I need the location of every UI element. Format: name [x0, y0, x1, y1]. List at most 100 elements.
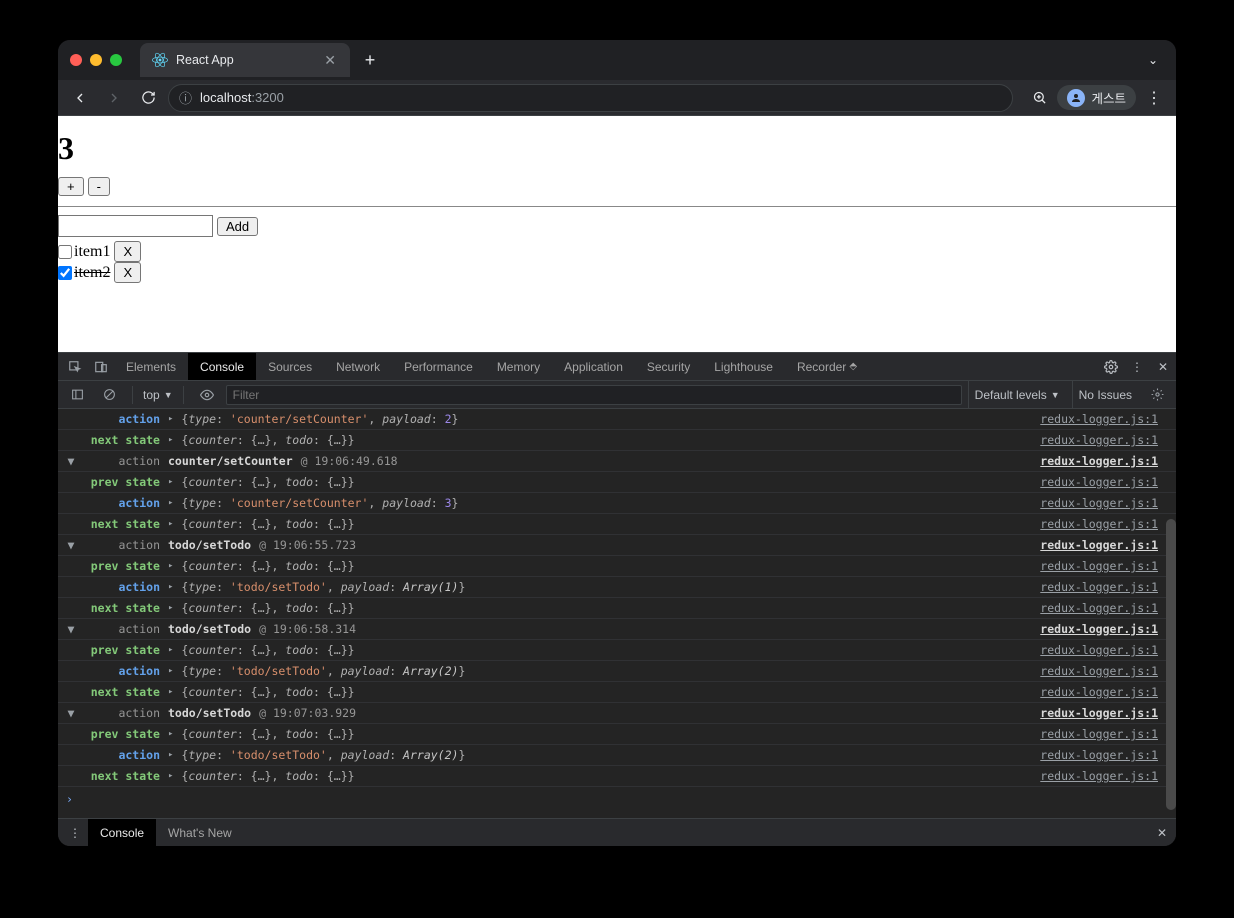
console-log-line[interactable]: action▸{type: 'counter/setCounter', payl… [58, 409, 1176, 430]
console-log-line[interactable]: prev state▸{counter: {…}, todo: {…}}redu… [58, 640, 1176, 661]
console-log-line[interactable]: next state▸{counter: {…}, todo: {…}}redu… [58, 430, 1176, 451]
console-log-line[interactable]: action▸{type: 'todo/setTodo', payload: A… [58, 577, 1176, 598]
reload-button[interactable] [134, 84, 162, 112]
forward-button[interactable] [100, 84, 128, 112]
minimize-window-icon[interactable] [90, 54, 102, 66]
console-log-line[interactable]: next state▸{counter: {…}, todo: {…}}redu… [58, 682, 1176, 703]
expand-icon[interactable] [64, 472, 78, 492]
source-link[interactable]: redux-logger.js:1 [1040, 556, 1172, 576]
expand-icon[interactable] [64, 514, 78, 534]
expand-icon[interactable] [64, 598, 78, 618]
todo-checkbox[interactable] [58, 266, 72, 280]
log-levels-selector[interactable]: Default levels ▼ [968, 381, 1066, 408]
source-link[interactable]: redux-logger.js:1 [1040, 493, 1172, 513]
console-settings-icon[interactable] [1144, 388, 1170, 401]
expand-arrow-icon[interactable]: ▸ [168, 682, 173, 702]
todo-input[interactable] [58, 215, 213, 237]
close-window-icon[interactable] [70, 54, 82, 66]
console-log-line[interactable]: next state▸{counter: {…}, todo: {…}}redu… [58, 766, 1176, 787]
console-log-line[interactable]: ▼actiontodo/setTodo@ 19:06:55.723redux-l… [58, 535, 1176, 556]
expand-arrow-icon[interactable]: ▸ [168, 556, 173, 576]
console-log-line[interactable]: ▼actioncounter/setCounter@ 19:06:49.618r… [58, 451, 1176, 472]
zoom-icon[interactable] [1025, 84, 1053, 112]
maximize-window-icon[interactable] [110, 54, 122, 66]
back-button[interactable] [66, 84, 94, 112]
devtools-settings-icon[interactable] [1098, 353, 1124, 380]
expand-icon[interactable] [64, 766, 78, 786]
expand-icon[interactable] [64, 661, 78, 681]
tab-react-app[interactable]: React App ✕ [140, 43, 350, 77]
source-link[interactable]: redux-logger.js:1 [1040, 409, 1172, 429]
address-bar[interactable]: ⓘ localhost:3200 [168, 84, 1013, 112]
site-info-icon[interactable]: ⓘ [179, 88, 192, 107]
expand-arrow-icon[interactable]: ▸ [168, 409, 173, 429]
clear-console-icon[interactable] [96, 388, 122, 401]
source-link[interactable]: redux-logger.js:1 [1040, 724, 1172, 744]
source-link[interactable]: redux-logger.js:1 [1040, 514, 1172, 534]
source-link[interactable]: redux-logger.js:1 [1040, 451, 1172, 471]
expand-icon[interactable] [64, 724, 78, 744]
console-log-line[interactable]: next state▸{counter: {…}, todo: {…}}redu… [58, 514, 1176, 535]
remove-todo-button[interactable]: X [114, 262, 141, 283]
todo-checkbox[interactable] [58, 245, 72, 259]
expand-icon[interactable] [64, 430, 78, 450]
expand-icon[interactable] [64, 682, 78, 702]
source-link[interactable]: redux-logger.js:1 [1040, 745, 1172, 765]
console-filter-input[interactable] [226, 385, 962, 405]
expand-arrow-icon[interactable]: ▸ [168, 430, 173, 450]
devtools-tab-console[interactable]: Console [188, 353, 256, 380]
devtools-tab-lighthouse[interactable]: Lighthouse [702, 353, 785, 380]
expand-icon[interactable] [64, 556, 78, 576]
collapse-icon[interactable]: ▼ [64, 451, 78, 471]
tabs-menu-button[interactable]: ⌄ [1138, 53, 1168, 67]
collapse-icon[interactable]: ▼ [64, 619, 78, 639]
devtools-tab-network[interactable]: Network [324, 353, 392, 380]
profile-button[interactable]: 게스트 [1057, 85, 1136, 110]
console-log-line[interactable]: prev state▸{counter: {…}, todo: {…}}redu… [58, 724, 1176, 745]
devtools-tab-application[interactable]: Application [552, 353, 635, 380]
live-expression-icon[interactable] [194, 388, 220, 402]
drawer-tab-console[interactable]: Console [88, 819, 156, 846]
console-log-line[interactable]: action▸{type: 'counter/setCounter', payl… [58, 493, 1176, 514]
devtools-tab-sources[interactable]: Sources [256, 353, 324, 380]
expand-icon[interactable] [64, 745, 78, 765]
expand-icon[interactable] [64, 493, 78, 513]
devtools-more-icon[interactable]: ⋮ [1124, 353, 1150, 380]
increment-button[interactable]: + [58, 177, 84, 196]
expand-arrow-icon[interactable]: ▸ [168, 472, 173, 492]
inspect-element-icon[interactable] [62, 353, 88, 380]
console-log-line[interactable]: ▼actiontodo/setTodo@ 19:06:58.314redux-l… [58, 619, 1176, 640]
decrement-button[interactable]: - [88, 177, 110, 196]
device-toolbar-icon[interactable] [88, 353, 114, 380]
remove-todo-button[interactable]: X [114, 241, 141, 262]
console-log-line[interactable]: action▸{type: 'todo/setTodo', payload: A… [58, 745, 1176, 766]
expand-arrow-icon[interactable]: ▸ [168, 745, 173, 765]
expand-icon[interactable] [64, 577, 78, 597]
drawer-close-icon[interactable]: ✕ [1148, 819, 1176, 846]
close-tab-icon[interactable]: ✕ [322, 52, 338, 69]
context-selector[interactable]: top ▼ [143, 388, 173, 402]
expand-arrow-icon[interactable]: ▸ [168, 640, 173, 660]
source-link[interactable]: redux-logger.js:1 [1040, 430, 1172, 450]
expand-arrow-icon[interactable]: ▸ [168, 661, 173, 681]
expand-arrow-icon[interactable]: ▸ [168, 724, 173, 744]
expand-icon[interactable] [64, 409, 78, 429]
source-link[interactable]: redux-logger.js:1 [1040, 598, 1172, 618]
source-link[interactable]: redux-logger.js:1 [1040, 577, 1172, 597]
devtools-tab-elements[interactable]: Elements [114, 353, 188, 380]
source-link[interactable]: redux-logger.js:1 [1040, 661, 1172, 681]
devtools-tab-memory[interactable]: Memory [485, 353, 552, 380]
scrollbar-thumb[interactable] [1166, 519, 1176, 810]
expand-arrow-icon[interactable]: ▸ [168, 493, 173, 513]
devtools-tab-security[interactable]: Security [635, 353, 702, 380]
source-link[interactable]: redux-logger.js:1 [1040, 682, 1172, 702]
expand-arrow-icon[interactable]: ▸ [168, 766, 173, 786]
collapse-icon[interactable]: ▼ [64, 703, 78, 723]
source-link[interactable]: redux-logger.js:1 [1040, 703, 1172, 723]
console-sidebar-toggle-icon[interactable] [64, 388, 90, 401]
browser-menu-button[interactable]: ⋮ [1140, 88, 1168, 108]
collapse-icon[interactable]: ▼ [64, 535, 78, 555]
console-log-line[interactable]: prev state▸{counter: {…}, todo: {…}}redu… [58, 556, 1176, 577]
drawer-tab-what-s-new[interactable]: What's New [156, 819, 244, 846]
source-link[interactable]: redux-logger.js:1 [1040, 472, 1172, 492]
